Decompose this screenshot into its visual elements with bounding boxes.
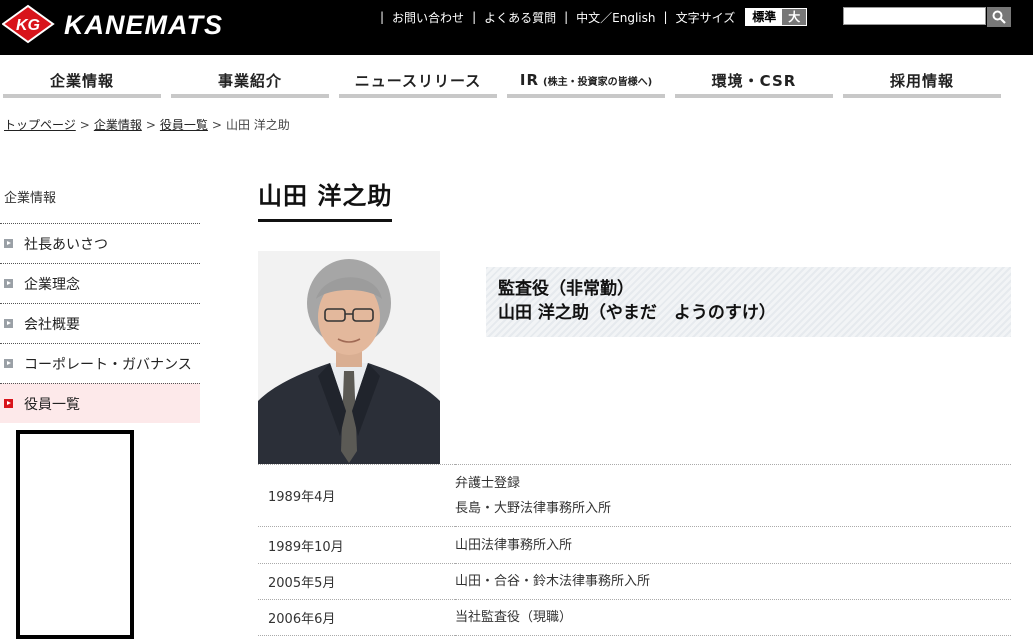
search-button[interactable] — [987, 7, 1011, 27]
svg-text:KG: KG — [16, 17, 40, 34]
nav-item-csr[interactable]: 環境・CSR — [675, 66, 833, 98]
kanemats-logo[interactable]: KG KANEMATS — [2, 4, 252, 44]
nav-item-ir[interactable]: IR (株主・投資家の皆様へ) — [507, 66, 665, 98]
career-history-table: 1989年4月 弁護士登録 長島・大野法律事務所入所 1989年10月 山田法律… — [258, 464, 1011, 636]
role-title: 監査役（非常勤） — [498, 279, 634, 299]
history-detail: 山田・合谷・鈴木法律事務所入所 — [455, 574, 651, 589]
global-nav: 企業情報 事業紹介 ニュースリリース IR (株主・投資家の皆様へ) 環境・CS… — [0, 66, 1033, 104]
history-detail: 弁護士登録 長島・大野法律事務所入所 — [455, 475, 612, 516]
sidebar-item-governance[interactable]: コーポレート・ガバナンス — [0, 343, 200, 383]
search-input[interactable] — [843, 7, 986, 25]
sidebar-item-officers[interactable]: 役員一覧 — [0, 383, 200, 423]
arrow-bullet-icon — [4, 239, 13, 248]
nav-item-news[interactable]: ニュースリリース — [339, 66, 497, 98]
nav-item-recruit[interactable]: 採用情報 — [843, 66, 1001, 98]
contact-link[interactable]: お問い合わせ — [392, 9, 464, 26]
breadcrumb-officers[interactable]: 役員一覧 — [160, 118, 208, 132]
officer-name-reading: 山田 洋之助（やまだ ようのすけ） — [498, 303, 776, 323]
breadcrumb-corporate[interactable]: 企業情報 — [94, 118, 142, 132]
breadcrumb-current: 山田 洋之助 — [225, 118, 290, 132]
sidebar-item-overview[interactable]: 会社概要 — [0, 303, 200, 343]
breadcrumb: トップページ > 企業情報 > 役員一覧 > 山田 洋之助 — [4, 118, 290, 132]
history-detail: 当社監査役（現職） — [455, 610, 573, 625]
table-row: 2005年5月 山田・合谷・鈴木法律事務所入所 — [258, 564, 1011, 600]
font-size-switcher: 標準 大 — [745, 8, 808, 26]
history-date: 1989年10月 — [268, 539, 344, 555]
history-date: 2006年6月 — [268, 612, 336, 627]
history-detail: 山田法律事務所入所 — [455, 537, 573, 553]
arrow-bullet-icon — [4, 399, 13, 408]
history-date: 1989年4月 — [268, 490, 336, 505]
breadcrumb-top[interactable]: トップページ — [4, 118, 76, 132]
sidebar-banner[interactable] — [16, 430, 134, 639]
language-link[interactable]: 中文／English — [576, 9, 655, 26]
search-icon — [992, 10, 1006, 24]
faq-link[interactable]: よくある質問 — [484, 9, 556, 26]
sidebar-item-message[interactable]: 社長あいさつ — [0, 223, 200, 263]
portrait-image — [258, 251, 440, 464]
arrow-bullet-icon — [4, 279, 13, 288]
nav-item-corporate[interactable]: 企業情報 — [3, 66, 161, 98]
sidebar-menu: 社長あいさつ 企業理念 会社概要 コーポレート・ガバナンス 役員一覧 — [0, 223, 200, 423]
table-row: 1989年4月 弁護士登録 長島・大野法律事務所入所 — [258, 464, 1011, 527]
sidebar-title: 企業情報 — [4, 191, 57, 206]
font-size-label: 文字サイズ — [675, 10, 736, 25]
role-heading: 監査役（非常勤） 山田 洋之助（やまだ ようのすけ） — [486, 267, 1011, 337]
site-header: KG KANEMATS | お問い合わせ | よくある質問 | 中文／Engli… — [0, 0, 1033, 55]
utility-links: | お問い合わせ | よくある質問 | 中文／English | 文字サイズ 標… — [372, 8, 808, 26]
arrow-bullet-icon — [4, 319, 13, 328]
table-row: 1989年10月 山田法律事務所入所 — [258, 527, 1011, 564]
font-size-standard-button[interactable]: 標準 — [746, 9, 783, 25]
sidebar-item-philosophy[interactable]: 企業理念 — [0, 263, 200, 303]
history-date: 2005年5月 — [268, 576, 336, 591]
officer-portrait — [258, 251, 440, 464]
font-size-large-button[interactable]: 大 — [782, 9, 807, 25]
table-row: 2006年6月 当社監査役（現職） — [258, 600, 1011, 636]
svg-text:KANEMATS: KANEMATS — [64, 10, 223, 40]
arrow-bullet-icon — [4, 359, 13, 368]
page-title: 山田 洋之助 — [258, 176, 393, 222]
nav-item-business[interactable]: 事業紹介 — [171, 66, 329, 98]
